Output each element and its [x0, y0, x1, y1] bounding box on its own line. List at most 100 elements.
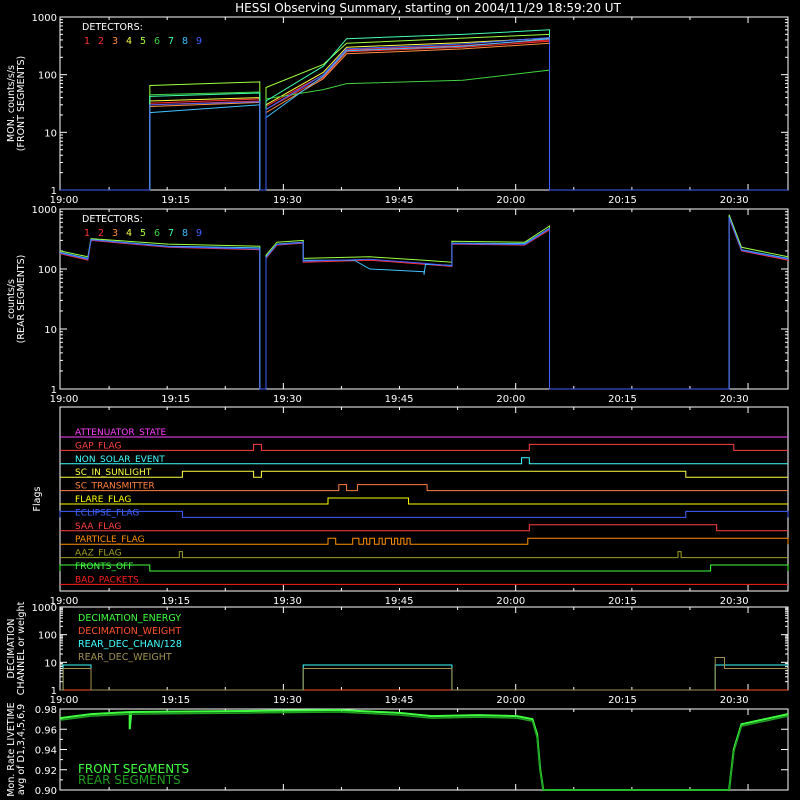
front-series-7	[60, 29, 788, 191]
flag-label: ECLIPSE_FLAG	[75, 508, 139, 518]
legend-label-front: 8	[182, 36, 188, 47]
flag-line-fronts_off	[59, 564, 789, 572]
y-axis-label-flags: Flags	[32, 486, 43, 511]
x-tick-label-rear: 19:30	[273, 394, 302, 405]
rear-series-5	[59, 214, 789, 390]
legend-label-front: 4	[126, 36, 132, 47]
y-tick-label-decimation: 100	[38, 631, 57, 642]
legend-label-front: 9	[196, 36, 202, 47]
y-tick-label-livetime: 0.94	[35, 746, 57, 757]
y-axis-label-front: (FRONT SEGMENTS)	[16, 56, 27, 151]
legend-label-front: 5	[140, 36, 146, 47]
x-tick-label-rear: 19:45	[385, 394, 414, 405]
flag-label: FRONTS_OFF	[75, 562, 133, 572]
legend-label-rear: 6	[154, 228, 160, 239]
x-tick-label-rear: 20:00	[496, 394, 525, 405]
legend-title-rear: DETECTORS:	[82, 214, 143, 225]
front-series-6	[60, 69, 788, 191]
x-tick-label-front: 19:30	[273, 195, 302, 206]
rear-series-8	[59, 216, 789, 390]
y-tick-label-rear: 1000	[32, 205, 57, 216]
y-tick-label-decimation: 1	[51, 686, 57, 697]
y-axis-label-rear: (REAR SEGMENTS)	[16, 255, 27, 344]
front-series-1	[60, 40, 788, 191]
legend-label-front: 6	[154, 36, 160, 47]
x-tick-label-flags: 19:30	[273, 596, 302, 607]
legend-label-rear: 8	[182, 228, 188, 239]
flag-line-sc_in_sunlight	[60, 470, 788, 478]
y-axis-label-livetime: avg of D1,3,4,5,6,9	[16, 704, 27, 795]
legend-label-rear: 1	[84, 228, 90, 239]
x-tick-label-front: 20:00	[496, 195, 525, 206]
legend-title-front: DETECTORS:	[82, 22, 143, 33]
observing-summary-figure: HESSI Observing Summary, starting on 200…	[6, 1, 789, 797]
legend-label-front: 3	[112, 36, 118, 47]
x-tick-label-front: 20:15	[608, 195, 637, 206]
panel-frame-flags	[59, 406, 789, 592]
x-tick-label-flags: 19:15	[161, 596, 190, 607]
decimation-legend-label: REAR_DEC_WEIGHT	[78, 652, 172, 663]
x-tick-label-front: 20:30	[720, 195, 749, 206]
y-tick-label-rear: 10	[44, 325, 57, 336]
rear-series-9	[59, 217, 789, 390]
x-tick-label-rear: 20:15	[608, 394, 637, 405]
x-tick-label-rear: 19:15	[161, 394, 190, 405]
y-tick-label-livetime: 0.90	[35, 786, 57, 797]
y-tick-label-livetime: 0.96	[35, 725, 57, 736]
y-tick-label-rear: 1	[51, 385, 57, 396]
legend-label-front: 7	[168, 36, 174, 47]
flag-line-saa_flag	[60, 524, 788, 532]
flag-line-aaz_flag	[60, 551, 788, 559]
front-series-2	[60, 39, 788, 191]
front-series-8	[60, 38, 788, 191]
livetime-legend-label: REAR SEGMENTS	[78, 773, 181, 787]
x-tick-label-decimation: 20:15	[608, 695, 637, 706]
x-tick-label-flags: 20:00	[496, 596, 525, 607]
x-tick-label-flags: 20:15	[608, 596, 637, 607]
y-tick-label-livetime: 0.98	[35, 705, 57, 716]
decimation-legend-label: DECIMATION_ENERGY	[78, 613, 181, 624]
x-tick-label-decimation: 19:30	[273, 695, 302, 706]
x-tick-label-decimation: 20:00	[496, 695, 525, 706]
x-tick-label-front: 19:15	[161, 195, 190, 206]
legend-label-rear: 7	[168, 228, 174, 239]
front-series-4	[60, 37, 788, 191]
front-series-3	[60, 42, 788, 191]
y-tick-label-decimation: 10	[44, 658, 57, 669]
y-tick-label-front: 10	[44, 128, 57, 139]
y-tick-label-front: 1	[51, 186, 57, 197]
flag-line-non_solar_event	[60, 457, 788, 465]
flag-line-eclipse_flag	[59, 510, 789, 518]
legend-label-rear: 2	[98, 228, 104, 239]
front-series-9	[60, 37, 788, 191]
decimation-legend-label: REAR_DEC_CHAN/128	[78, 639, 182, 650]
flag-line-particle_flag	[60, 537, 789, 545]
y-axis-label-decimation: CHANNEL or weight	[16, 601, 27, 695]
flag-line-gap_flag	[60, 443, 788, 451]
x-tick-label-flags: 20:30	[720, 596, 749, 607]
x-tick-label-front: 19:45	[385, 195, 414, 206]
flag-line-sc_transmitter	[60, 484, 788, 492]
decimation-legend-label: DECIMATION_WEIGHT	[78, 626, 181, 637]
legend-label-front: 2	[98, 36, 104, 47]
y-tick-label-front: 1000	[32, 13, 57, 24]
y-tick-label-rear: 100	[38, 265, 57, 276]
legend-label-rear: 3	[112, 228, 118, 239]
axes-layer: 19:00 19:15 19:30 19:45 20:00 20:15 20:3011010…	[6, 13, 789, 797]
figure-title: HESSI Observing Summary, starting on 200…	[235, 1, 621, 15]
x-tick-label-flags: 19:45	[385, 596, 414, 607]
legend-label-rear: 9	[196, 228, 202, 239]
flag-line-flare_flag	[60, 497, 788, 505]
y-tick-label-decimation: 1000	[32, 603, 57, 614]
legend-label-rear: 4	[126, 228, 132, 239]
plots-layer	[59, 29, 789, 791]
x-tick-label-decimation: 19:15	[161, 695, 190, 706]
y-tick-label-livetime: 0.92	[35, 766, 57, 777]
legend-label-rear: 5	[140, 228, 146, 239]
x-tick-label-decimation: 19:45	[385, 695, 414, 706]
legend-label-front: 1	[84, 36, 90, 47]
y-tick-label-front: 100	[38, 71, 57, 82]
front-series-5	[60, 33, 788, 191]
x-tick-label-rear: 20:30	[720, 394, 749, 405]
x-tick-label-decimation: 20:30	[720, 695, 749, 706]
